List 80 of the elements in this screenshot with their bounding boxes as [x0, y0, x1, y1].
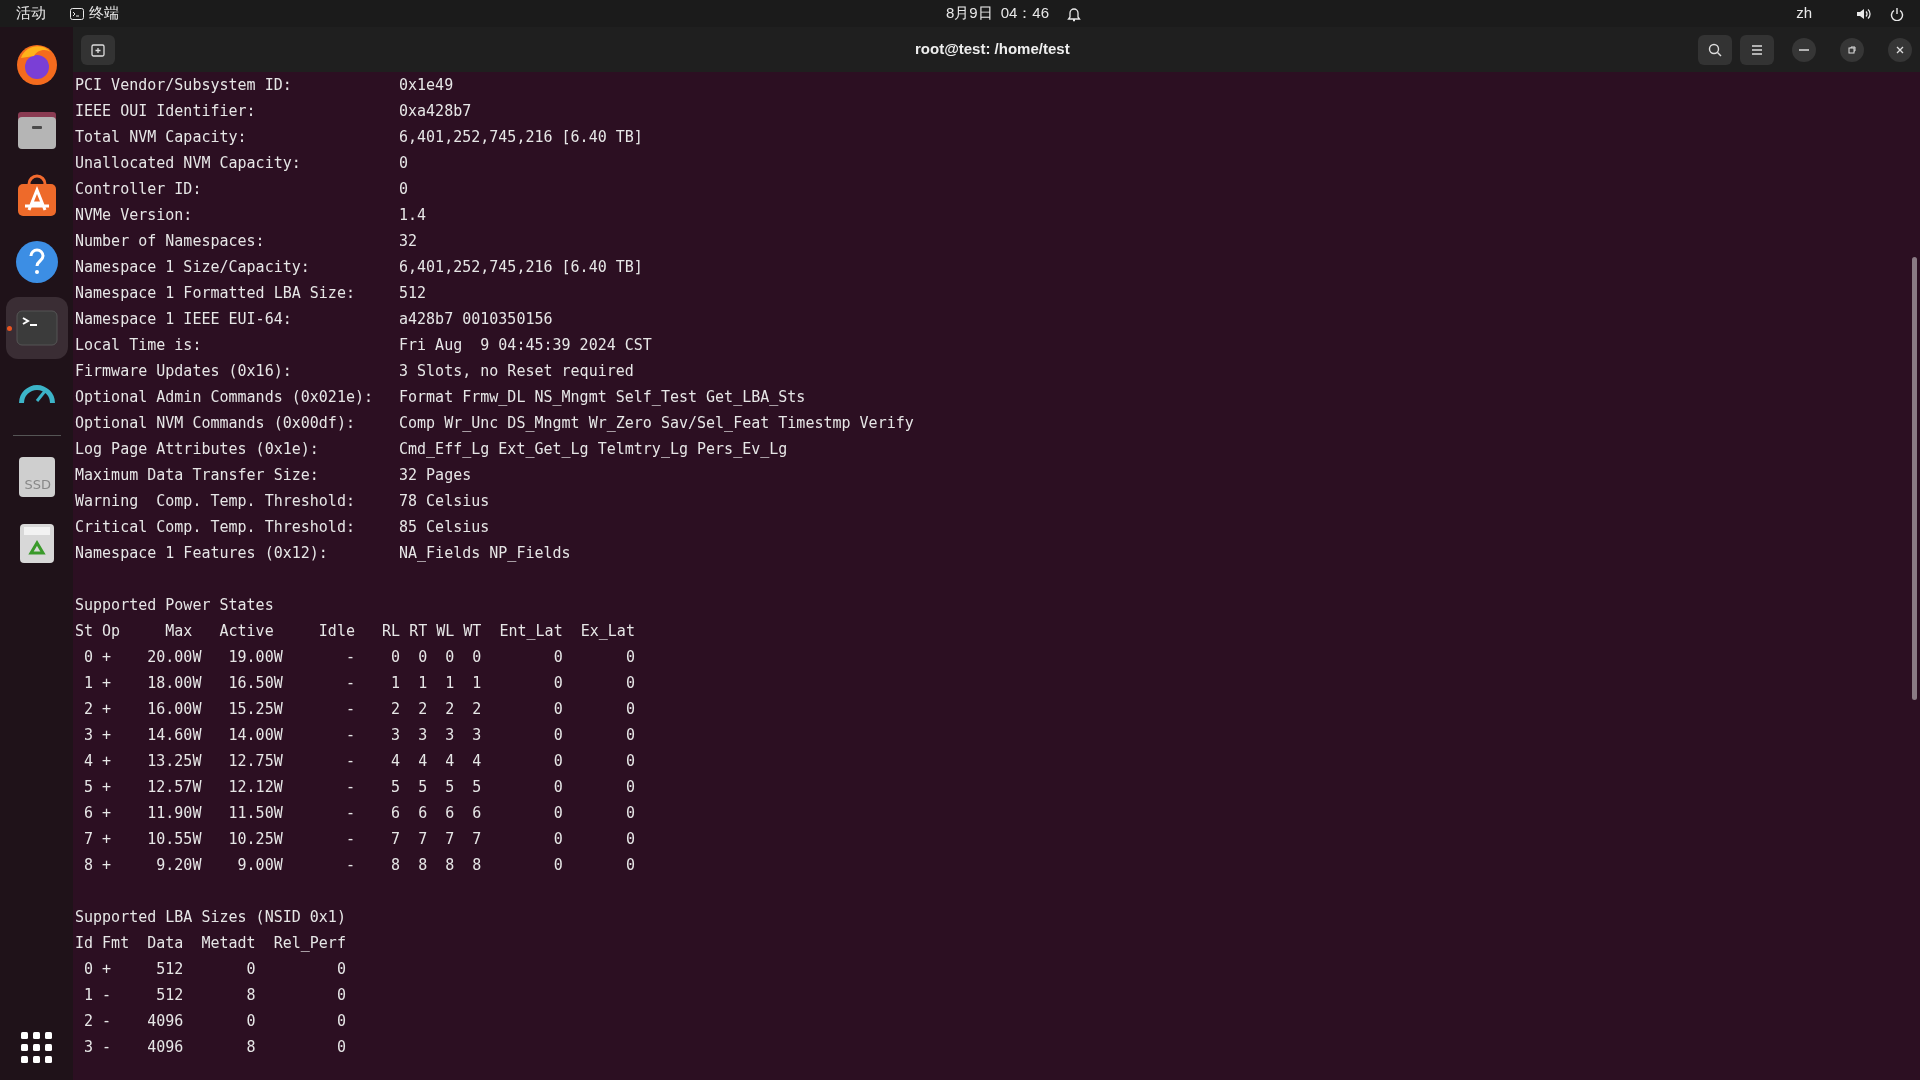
field-label: Maximum Data Transfer Size: — [75, 465, 320, 486]
language-indicator[interactable]: zh — [1796, 2, 1812, 25]
search-button[interactable] — [1698, 34, 1732, 65]
field-label: Namespace 1 Size/Capacity: — [75, 257, 311, 278]
table-row-text: 0 + 20.00W 19.00W - 0 0 0 0 0 0 — [83, 647, 635, 668]
field-value: 78 Celsius — [399, 491, 490, 512]
running-indicator — [6, 326, 12, 331]
maximize-button[interactable] — [1840, 37, 1864, 62]
field-value: 32 — [399, 231, 418, 252]
minimize-button[interactable] — [1792, 37, 1816, 62]
field-value: 32 Pages — [399, 465, 472, 486]
table-row-text: 8 + 9.20W 9.00W - 8 8 8 8 0 0 — [83, 855, 635, 876]
table-row-text: 5 + 12.57W 12.12W - 5 5 5 5 0 0 — [83, 777, 635, 798]
bell-icon — [1067, 5, 1082, 22]
menu-button[interactable] — [1740, 34, 1774, 65]
table-row-text: 3 + 14.60W 14.00W - 3 3 3 3 0 0 — [83, 725, 635, 746]
gauge-icon — [18, 385, 55, 403]
field-value: 0 — [399, 179, 409, 200]
field-label: Warning Comp. Temp. Threshold: — [75, 491, 356, 512]
field-label: IEEE OUI Identifier: — [75, 101, 257, 122]
table-header: Id Fmt Data Metadt Rel_Perf — [75, 933, 346, 954]
new-tab-button[interactable] — [81, 34, 115, 65]
field-value: Cmd_Eff_Lg Ext_Get_Lg Telmtry_Lg Pers_Ev_Lg — [399, 439, 788, 460]
close-button[interactable] — [1888, 37, 1912, 62]
table-row-text: 1 - 512 8 0 — [83, 985, 346, 1006]
field-label: Controller ID: — [75, 179, 203, 200]
window-title: root@test: /home/test — [915, 39, 1070, 60]
table-row-text: 0 + 512 0 0 — [83, 959, 346, 980]
field-value: 6,401,252,745,216 [6.40 TB] — [399, 257, 643, 278]
field-label: Optional Admin Commands (0x021e): — [75, 387, 374, 408]
table-row-text: 2 + 16.00W 15.25W - 2 2 2 2 0 0 — [83, 699, 635, 720]
activities-button[interactable]: 活动 — [12, 2, 50, 25]
field-label: Total NVM Capacity: — [75, 127, 248, 148]
field-label: Unallocated NVM Capacity: — [75, 153, 302, 174]
scrollbar-thumb[interactable] — [1912, 257, 1917, 700]
clock-time[interactable]: 04：46 — [1000, 2, 1050, 25]
field-value: 1.4 — [399, 205, 427, 226]
table-row-text: 4 + 13.25W 12.75W - 4 4 4 4 0 0 — [83, 751, 635, 772]
table-row-text: 1 + 18.00W 16.50W - 1 1 1 1 0 0 — [83, 673, 635, 694]
table-header: St Op Max Active Idle RL RT WL WT Ent_Lat Ex_Lat — [75, 621, 635, 642]
field-value: 0 — [399, 153, 409, 174]
field-value: Format Frmw_DL NS_Mngmt Self_Test Get_LBA_Sts — [399, 387, 806, 408]
volume-icon[interactable] — [1856, 6, 1872, 21]
clock-date[interactable]: 8月9日 — [946, 2, 993, 25]
field-label: Firmware Updates (0x16): — [75, 361, 293, 382]
field-value: a428b7 0010350156 — [399, 309, 553, 330]
field-value: 85 Celsius — [399, 517, 490, 538]
drive-label: SSD — [24, 478, 51, 491]
field-label: Namespace 1 Features (0x12): — [75, 543, 329, 564]
restore-icon — [1846, 43, 1858, 56]
table-row-text: 2 - 4096 0 0 — [83, 1011, 346, 1032]
section-title: Supported LBA Sizes (NSID 0x1) — [75, 907, 346, 928]
field-value: 512 — [399, 283, 427, 304]
table-row-text: 3 - 4096 8 0 — [83, 1037, 346, 1058]
field-label: Namespace 1 IEEE EUI-64: — [75, 309, 293, 330]
field-value: 0x1e49 — [399, 75, 454, 96]
table-row-text: 6 + 11.90W 11.50W - 6 6 6 6 0 0 — [83, 803, 635, 824]
app-grid-icon[interactable] — [18, 1030, 55, 1066]
power-icon[interactable] — [1890, 6, 1904, 21]
field-label: Number of Namespaces: — [75, 231, 266, 252]
section-title: Supported Power States — [75, 595, 274, 616]
field-label: Optional NVM Commands (0x00df): — [75, 413, 356, 434]
menu-icon — [1750, 43, 1764, 56]
field-label: NVMe Version: — [75, 205, 194, 226]
app-name[interactable]: 终端 — [89, 2, 119, 25]
field-value: 6,401,252,745,216 [6.40 TB] — [399, 127, 643, 148]
field-label: Critical Comp. Temp. Threshold: — [75, 517, 356, 538]
field-value: Fri Aug 9 04:45:39 2024 CST — [399, 335, 652, 356]
field-label: Log Page Attributes (0x1e): — [75, 439, 320, 460]
field-label: Local Time is: — [75, 335, 203, 356]
table-row-text: 7 + 10.55W 10.25W - 7 7 7 7 0 0 — [83, 829, 635, 850]
field-value: NA_Fields NP_Fields — [399, 543, 571, 564]
field-value: 0xa428b7 — [399, 101, 472, 122]
terminal-icon — [70, 7, 84, 20]
field-label: Namespace 1 Formatted LBA Size: — [75, 283, 356, 304]
search-icon — [1708, 42, 1722, 57]
field-value: 3 Slots, no Reset required — [399, 361, 634, 382]
field-value: Comp Wr_Unc DS_Mngmt Wr_Zero Sav/Sel_Feat Timestmp Verify — [399, 413, 914, 434]
field-label: PCI Vendor/Subsystem ID: — [75, 75, 293, 96]
new-tab-icon — [91, 42, 105, 57]
